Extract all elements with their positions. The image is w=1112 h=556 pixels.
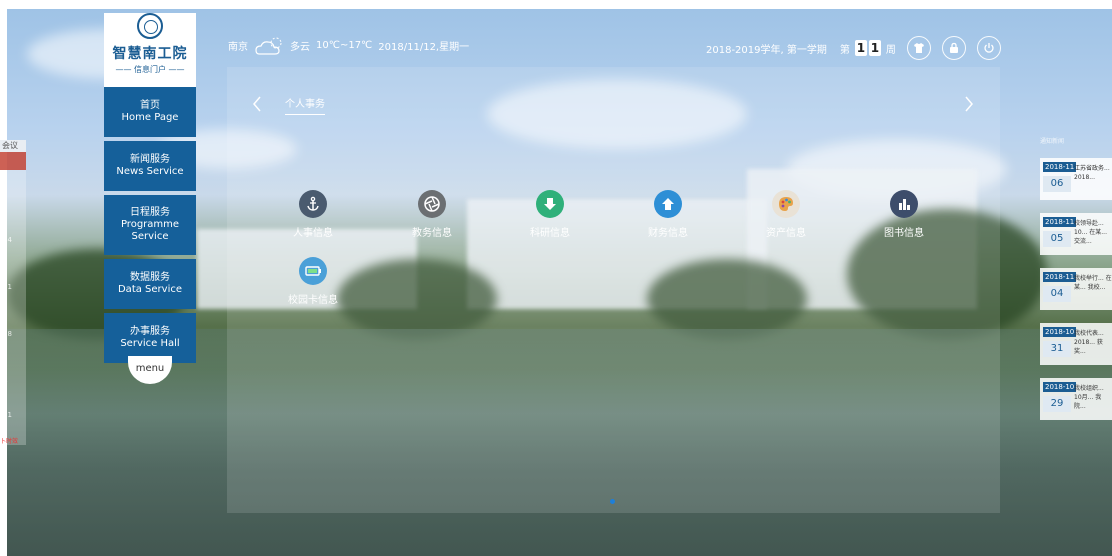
calendar-day: 28 xyxy=(3,330,12,338)
calendar-day: 4 xyxy=(3,377,8,385)
service-label: 教务信息 xyxy=(412,228,452,239)
calendar-day: 14 xyxy=(3,236,12,244)
news-text: 我校代表... 2018... 获奖... xyxy=(1074,330,1104,355)
weather-bar: 南京 多云 10℃~17℃ 2018/11/12,星期一 xyxy=(228,36,470,55)
weather-text: 多云 xyxy=(290,41,310,53)
bar-chart-icon xyxy=(890,190,918,218)
sidebar-item-label-cn: 日程服务 xyxy=(130,207,170,218)
service-label: 资产信息 xyxy=(766,228,806,239)
download-arrow-icon xyxy=(536,190,564,218)
chevron-right-icon xyxy=(965,96,973,112)
news-header: 通知新闻 xyxy=(1040,138,1065,145)
week-number: 1 1 xyxy=(854,40,881,56)
service-assets[interactable]: 资产信息 xyxy=(751,190,821,239)
service-campus-card[interactable]: 校园卡信息 xyxy=(278,257,348,306)
service-label: 图书信息 xyxy=(884,228,924,239)
shirt-button[interactable] xyxy=(906,36,931,60)
service-finance[interactable]: 财务信息 xyxy=(633,190,703,239)
date-label: 2018/11/12,星期一 xyxy=(378,41,470,53)
sidebar-item-label-en: Service Hall xyxy=(120,338,180,349)
sidebar-item-label-en: News Service xyxy=(116,166,184,177)
service-label: 科研信息 xyxy=(530,228,570,239)
upload-arrow-icon xyxy=(654,190,682,218)
week-digit: 1 xyxy=(854,40,867,56)
sidebar-item-news[interactable]: 新闻服务 News Service xyxy=(104,141,196,191)
chevron-left-icon xyxy=(253,96,261,112)
news-day: 05 xyxy=(1043,231,1071,247)
tab-personal-affairs[interactable]: 个人事务 xyxy=(285,95,325,115)
prev-arrow-button[interactable] xyxy=(252,94,262,118)
calendar-tag: 卜时效 xyxy=(0,438,19,445)
service-label: 校园卡信息 xyxy=(288,295,338,306)
calendar-strip[interactable]: 会议 7 14 21 28 4 11 卜时效 xyxy=(0,140,26,445)
shirt-icon xyxy=(913,43,924,53)
news-month: 2018-11 xyxy=(1043,272,1077,282)
news-day: 29 xyxy=(1043,396,1071,412)
news-item[interactable]: 2018-10 29 我校组织... 10月... 我院... xyxy=(1040,378,1112,420)
power-button[interactable] xyxy=(976,36,1001,60)
sidebar-item-label-cn: 新闻服务 xyxy=(130,154,170,165)
lock-icon xyxy=(949,42,958,53)
pager-dot-active[interactable] xyxy=(610,499,615,504)
news-text: 我校组织... 10月... 我院... xyxy=(1074,385,1104,410)
news-day: 04 xyxy=(1043,286,1071,302)
news-month: 2018-11 xyxy=(1043,217,1077,227)
news-item[interactable]: 2018-11 04 我校举行... 在某... 我校... xyxy=(1040,268,1112,310)
news-month: 2018-10 xyxy=(1043,382,1077,392)
calendar-day: 7 xyxy=(3,189,8,197)
battery-icon xyxy=(299,257,327,285)
week-prefix: 第 xyxy=(839,44,850,56)
service-label: 财务信息 xyxy=(648,228,688,239)
lock-button[interactable] xyxy=(941,36,966,60)
sidebar-item-data[interactable]: 数据服务 Data Service xyxy=(104,259,196,309)
cloudy-weather-icon xyxy=(254,36,284,55)
power-icon xyxy=(984,43,994,53)
news-item[interactable]: 2018-10 31 我校代表... 2018... 获奖... xyxy=(1040,323,1112,365)
service-research[interactable]: 科研信息 xyxy=(515,190,585,239)
sidebar-item-label-cn: 首页 xyxy=(140,100,160,111)
anchor-icon xyxy=(299,190,327,218)
calendar-header: 会议 xyxy=(0,140,26,152)
news-item[interactable]: 2018-11 05 校领导赴... 10... 在某... 交流... xyxy=(1040,213,1112,255)
news-day: 31 xyxy=(1043,341,1071,357)
city-label: 南京 xyxy=(228,41,248,53)
sidebar-item-label-cn: 办事服务 xyxy=(130,326,170,337)
service-library[interactable]: 图书信息 xyxy=(869,190,939,239)
school-logo[interactable]: 智慧南工院 —— 信息门户 —— xyxy=(104,13,196,87)
service-label: 人事信息 xyxy=(293,228,333,239)
sidebar-item-label-en: Home Page xyxy=(121,112,179,123)
news-month: 2018-10 xyxy=(1043,327,1077,337)
calendar-highlight xyxy=(0,152,26,170)
week-digit: 1 xyxy=(868,40,881,56)
news-strip: 通知新闻 2018-11 06 江苏省政务... 2018... 2018-11… xyxy=(1040,136,1112,436)
palette-icon xyxy=(772,190,800,218)
sidebar-item-label-en: Programme Service xyxy=(120,219,180,242)
semester-bar: 2018-2019学年, 第一学期 第 1 1 周 xyxy=(706,36,1001,60)
calendar-day: 11 xyxy=(3,411,12,419)
semester-label: 2018-2019学年, 第一学期 xyxy=(706,44,827,56)
service-academic[interactable]: 教务信息 xyxy=(397,190,467,239)
sidebar: 智慧南工院 —— 信息门户 —— 首页 Home Page 新闻服务 News … xyxy=(104,9,196,363)
next-arrow-button[interactable] xyxy=(964,94,974,118)
aperture-icon xyxy=(418,190,446,218)
news-text: 校领导赴... 10... 在某... 交流... xyxy=(1074,220,1107,245)
sidebar-item-programme[interactable]: 日程服务 Programme Service xyxy=(104,195,196,255)
news-text: 江苏省政务... 2018... xyxy=(1074,165,1110,181)
service-personnel[interactable]: 人事信息 xyxy=(278,190,348,239)
news-month: 2018-11 xyxy=(1043,162,1077,172)
news-day: 06 xyxy=(1043,176,1071,192)
calendar-day: 21 xyxy=(3,283,12,291)
sidebar-item-label-en: Data Service xyxy=(117,284,182,295)
logo-subtitle: —— 信息门户 —— xyxy=(115,65,185,74)
logo-title: 智慧南工院 xyxy=(112,46,188,62)
news-item[interactable]: 2018-11 06 江苏省政务... 2018... xyxy=(1040,158,1112,200)
school-emblem-icon xyxy=(137,13,163,39)
sidebar-item-home[interactable]: 首页 Home Page xyxy=(104,87,196,137)
sidebar-item-label-cn: 数据服务 xyxy=(130,272,170,283)
news-text: 我校举行... 在某... 我校... xyxy=(1074,275,1112,291)
week-suffix: 周 xyxy=(885,44,896,56)
temperature-range: 10℃~17℃ xyxy=(316,39,373,51)
